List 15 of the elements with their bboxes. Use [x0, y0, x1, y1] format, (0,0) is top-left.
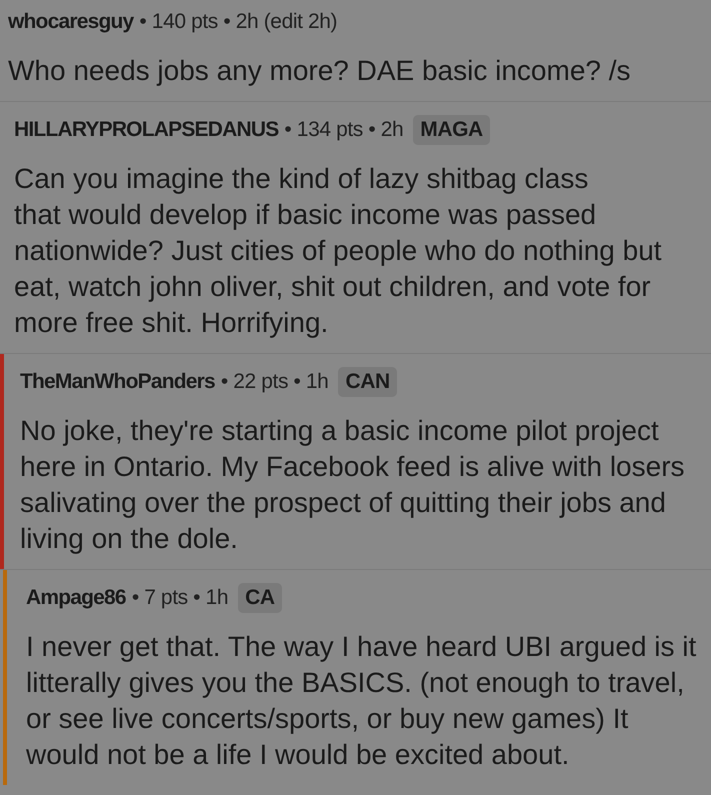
comment-text: I never get that. The way I have heard UBI argued is it litterally gives you the BASICS. (not enough to travel, or see live concerts/sports, or buy new games) It would not be a life I would be excited about. [26, 630, 697, 772]
comment-text: No joke, they're starting a basic income pilot project here in Ontario. My Facebook feed is alive with losers salivating over the prospect of quitting their jobs and living on the dole. [20, 414, 686, 556]
comment-text: Who needs jobs any more? DAE basic income? /s [8, 54, 632, 88]
user-flair: MAGA [413, 115, 490, 145]
comment-meta: • 7 pts • 1h [132, 585, 228, 611]
username-link[interactable]: whocaresguy [8, 8, 134, 36]
comment-text: Can you imagine the kind of lazy shitbag class that would develop if basic income was passed nationwide? Just cities of people who do nothing but eat, watch john oliver, shit out children, and vote for more free shit. Horrifying. [14, 162, 663, 340]
user-flair: CA [238, 583, 282, 613]
comment-meta: • 140 pts • 2h (edit 2h) [139, 9, 338, 35]
username-link[interactable]: HILLARYPROLAPSEDANUS [14, 116, 278, 144]
username-link[interactable]: Ampage86 [26, 584, 126, 612]
comment-meta: • 134 pts • 2h [284, 117, 404, 143]
comment-meta: • 22 pts • 1h [220, 369, 328, 395]
username-link[interactable]: TheManWhoPanders [20, 368, 215, 396]
user-flair: CAN [338, 367, 397, 397]
